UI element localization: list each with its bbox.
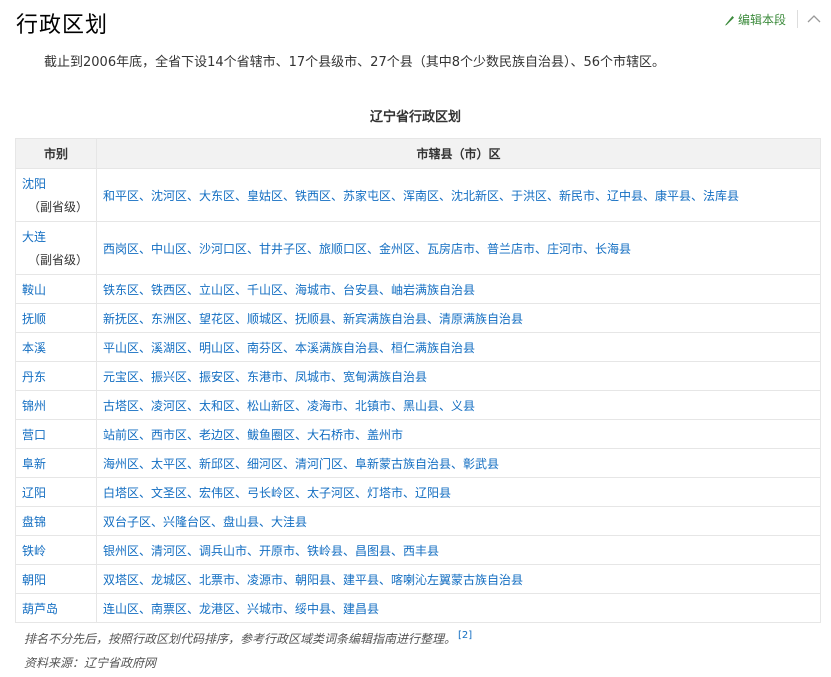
city-level-note: （副省级）	[28, 253, 89, 267]
city-cell: 葫芦岛	[15, 593, 97, 623]
city-link[interactable]: 葫芦岛	[22, 602, 58, 616]
city-link[interactable]: 辽阳	[22, 486, 46, 500]
section-title: 行政区划	[16, 13, 109, 38]
city-cell: 大连 （副省级）	[15, 221, 97, 275]
citation-link[interactable]: [2]	[458, 630, 472, 641]
districts-cell[interactable]: 双台子区、兴隆台区、盘山县、大洼县	[96, 506, 821, 536]
table-row: 本溪 平山区、溪湖区、明山区、南芬区、本溪满族自治县、桓仁满族自治县	[15, 332, 821, 362]
districts-cell[interactable]: 连山区、南票区、龙港区、兴城市、绥中县、建昌县	[96, 593, 821, 623]
table-row: 鞍山 铁东区、铁西区、立山区、千山区、海城市、台安县、岫岩满族自治县	[15, 274, 821, 304]
city-cell: 朝阳	[15, 564, 97, 594]
districts-cell[interactable]: 白塔区、文圣区、宏伟区、弓长岭区、太子河区、灯塔市、辽阳县	[96, 477, 821, 507]
table-row: 阜新 海州区、太平区、新邱区、细河区、清河门区、阜新蒙古族自治县、彰武县	[15, 448, 821, 478]
section-header: 行政区划 编辑本段	[0, 0, 831, 40]
table-row: 铁岭 银州区、清河区、调兵山市、开原市、铁岭县、昌图县、西丰县	[15, 535, 821, 565]
table-row: 大连 （副省级） 西岗区、中山区、沙河口区、甘井子区、旅顺口区、金州区、瓦房店市、普…	[15, 221, 821, 275]
city-cell: 辽阳	[15, 477, 97, 507]
table-row: 营口 站前区、西市区、老边区、鲅鱼圈区、大石桥市、盖州市	[15, 419, 821, 449]
chevron-up-icon[interactable]	[806, 12, 822, 26]
city-link[interactable]: 鞍山	[22, 283, 46, 297]
city-link[interactable]: 丹东	[22, 370, 46, 384]
table-row: 朝阳 双塔区、龙城区、北票市、凌源市、朝阳县、建平县、喀喇沁左翼蒙古族自治县	[15, 564, 821, 594]
table-row: 沈阳 （副省级） 和平区、沈河区、大东区、皇姑区、铁西区、苏家屯区、浑南区、沈北新区…	[15, 168, 821, 222]
table-row: 盘锦 双台子区、兴隆台区、盘山县、大洼县	[15, 506, 821, 536]
city-cell: 锦州	[15, 390, 97, 420]
city-link[interactable]: 本溪	[22, 341, 46, 355]
header-districts: 市辖县（市）区	[96, 138, 821, 169]
districts-cell[interactable]: 古塔区、凌河区、太和区、松山新区、凌海市、北镇市、黑山县、义县	[96, 390, 821, 420]
districts-cell[interactable]: 海州区、太平区、新邱区、细河区、清河门区、阜新蒙古族自治县、彰武县	[96, 448, 821, 478]
city-cell: 盘锦	[15, 506, 97, 536]
edit-section-label: 编辑本段	[738, 13, 787, 27]
districts-cell[interactable]: 新抚区、东洲区、望花区、顺城区、抚顺县、新宾满族自治县、清原满族自治县	[96, 303, 821, 333]
districts-cell[interactable]: 铁东区、铁西区、立山区、千山区、海城市、台安县、岫岩满族自治县	[96, 274, 821, 304]
city-cell: 本溪	[15, 332, 97, 362]
districts-cell[interactable]: 元宝区、振兴区、振安区、东港市、凤城市、宽甸满族自治县	[96, 361, 821, 391]
table-row: 锦州 古塔区、凌河区、太和区、松山新区、凌海市、北镇市、黑山县、义县	[15, 390, 821, 420]
table-caption: 辽宁省行政区划	[369, 110, 461, 125]
city-cell: 营口	[15, 419, 97, 449]
city-link[interactable]: 朝阳	[22, 573, 46, 587]
city-link[interactable]: 大连	[22, 230, 46, 244]
intro-paragraph: 截止到2006年底，全省下设14个省辖市、17个县级市、27个县（其中8个少数民…	[44, 55, 666, 70]
districts-cell[interactable]: 平山区、溪湖区、明山区、南芬区、本溪满族自治县、桓仁满族自治县	[96, 332, 821, 362]
city-cell: 沈阳 （副省级）	[15, 168, 97, 222]
city-cell: 铁岭	[15, 535, 97, 565]
districts-cell[interactable]: 和平区、沈河区、大东区、皇姑区、铁西区、苏家屯区、浑南区、沈北新区、于洪区、新民…	[96, 168, 821, 222]
city-link[interactable]: 营口	[22, 428, 46, 442]
city-level-note: （副省级）	[28, 200, 89, 214]
header-divider	[797, 10, 798, 28]
edit-section-button[interactable]: 编辑本段	[724, 11, 786, 28]
city-cell: 阜新	[15, 448, 97, 478]
source-note: 资料来源：辽宁省政府网	[24, 656, 157, 670]
table-row: 丹东 元宝区、振兴区、振安区、东港市、凤城市、宽甸满族自治县	[15, 361, 821, 391]
city-link[interactable]: 锦州	[22, 399, 46, 413]
city-cell: 抚顺	[15, 303, 97, 333]
districts-cell[interactable]: 银州区、清河区、调兵山市、开原市、铁岭县、昌图县、西丰县	[96, 535, 821, 565]
districts-cell[interactable]: 双塔区、龙城区、北票市、凌源市、朝阳县、建平县、喀喇沁左翼蒙古族自治县	[96, 564, 821, 594]
city-cell: 丹东	[15, 361, 97, 391]
footnote-text: 排名不分先后，按照行政区划代码排序，参考行政区域类词条编辑指南进行整理。	[24, 632, 457, 646]
header-city: 市别	[15, 138, 97, 169]
table-row: 葫芦岛 连山区、南票区、龙港区、兴城市、绥中县、建昌县	[15, 593, 821, 623]
districts-cell[interactable]: 站前区、西市区、老边区、鲅鱼圈区、大石桥市、盖州市	[96, 419, 821, 449]
city-link[interactable]: 铁岭	[22, 544, 46, 558]
city-link[interactable]: 阜新	[22, 457, 46, 471]
table-footnote: 排名不分先后，按照行政区划代码排序，参考行政区域类词条编辑指南进行整理。 [2]	[24, 630, 472, 647]
city-link[interactable]: 盘锦	[22, 515, 46, 529]
admin-division-table: 市别 市辖县（市）区 沈阳 （副省级） 和平区、沈河区、大东区、皇姑区、铁西区、苏家…	[15, 138, 821, 623]
city-link[interactable]: 抚顺	[22, 312, 46, 326]
city-link[interactable]: 沈阳	[22, 177, 46, 191]
pencil-icon	[725, 15, 734, 25]
table-header-row: 市别 市辖县（市）区	[15, 138, 821, 169]
city-cell: 鞍山	[15, 274, 97, 304]
districts-cell[interactable]: 西岗区、中山区、沙河口区、甘井子区、旅顺口区、金州区、瓦房店市、普兰店市、庄河市…	[96, 221, 821, 275]
table-row: 辽阳 白塔区、文圣区、宏伟区、弓长岭区、太子河区、灯塔市、辽阳县	[15, 477, 821, 507]
table-row: 抚顺 新抚区、东洲区、望花区、顺城区、抚顺县、新宾满族自治县、清原满族自治县	[15, 303, 821, 333]
